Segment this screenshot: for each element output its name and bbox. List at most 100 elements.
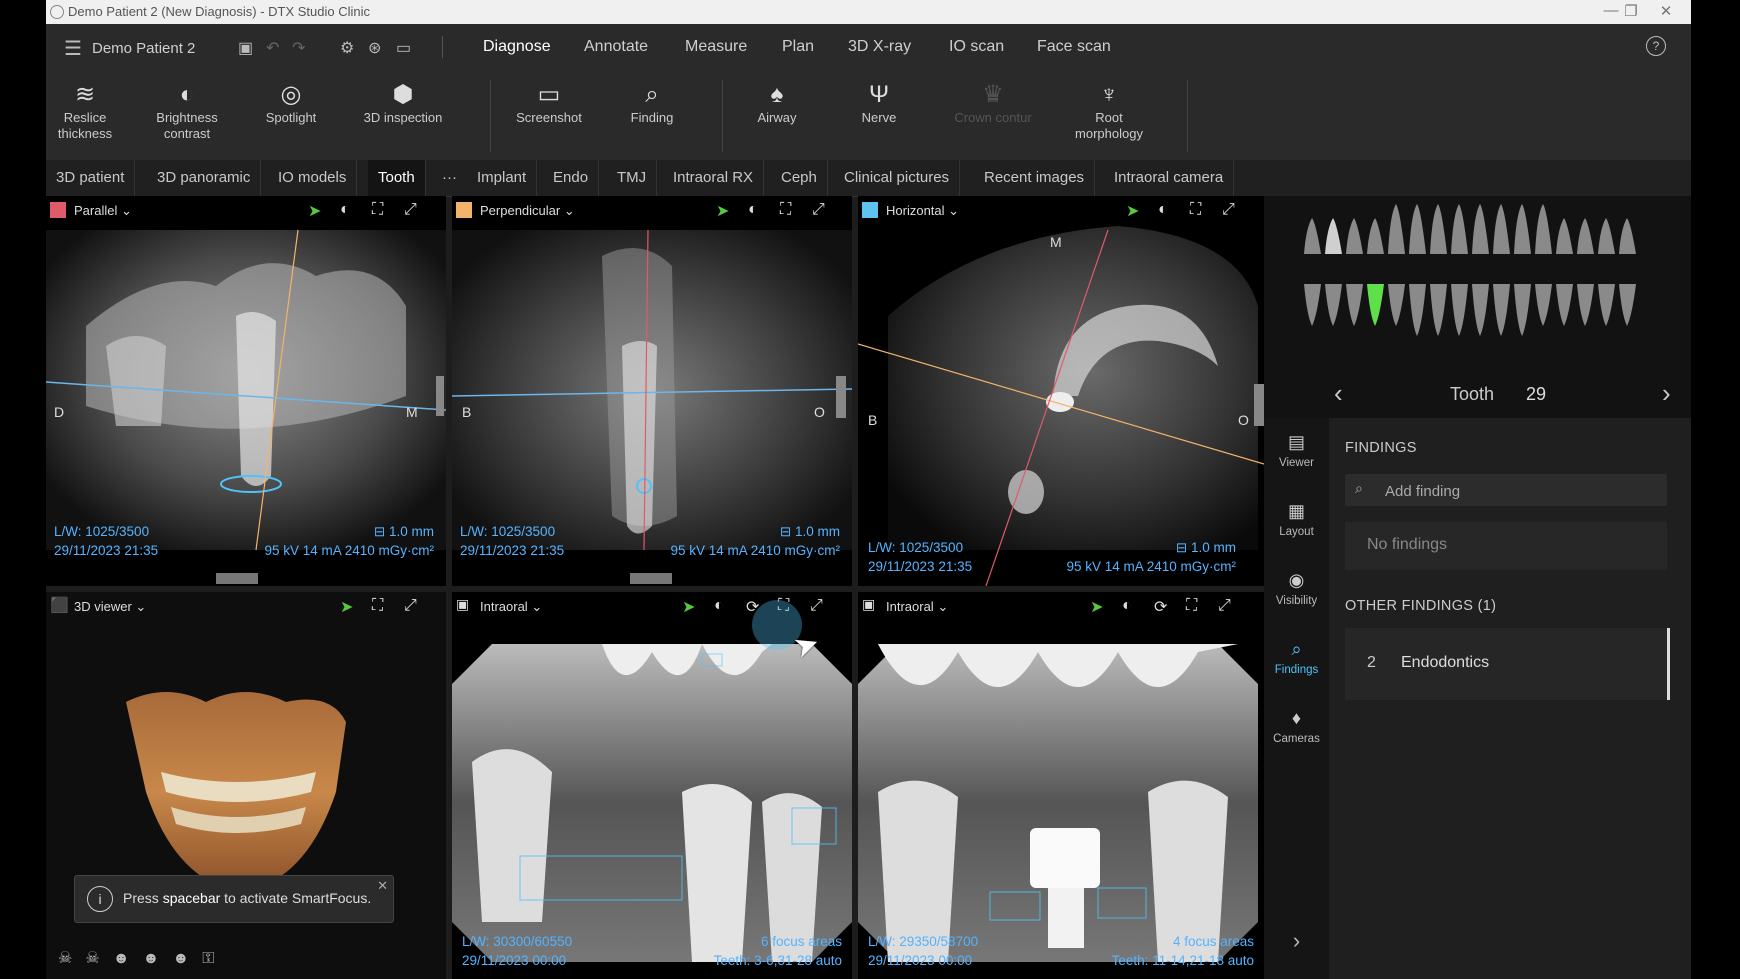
cursor-tool-icon[interactable]: ➤	[1090, 597, 1103, 617]
view-orientation-dropdown[interactable]: Perpendicular ⌄	[480, 203, 575, 219]
save-icon[interactable]: ▣	[238, 38, 253, 58]
fullscreen-icon[interactable]: ⤢	[1218, 597, 1231, 615]
tab-clinical-pictures[interactable]: Clinical pictures	[834, 160, 961, 196]
lower-tooth[interactable]	[1535, 284, 1552, 326]
tab-endo[interactable]: Endo	[543, 160, 600, 196]
tab-intraoral-rx[interactable]: Intraoral RX	[663, 160, 765, 196]
rotate-icon[interactable]: ⟳	[1154, 597, 1167, 617]
cursor-tool-icon[interactable]: ➤	[1126, 201, 1139, 221]
upper-tooth[interactable]	[1451, 204, 1468, 254]
cursor-tool-icon[interactable]: ➤	[716, 201, 729, 221]
upper-tooth[interactable]	[1493, 204, 1510, 254]
sidebar-item-viewer[interactable]: ▤ Viewer	[1264, 432, 1329, 469]
viewport-parallel[interactable]: Parallel ⌄ ➤ ◐ ⛶ ⤢ D M L/W: 1025/3500 29/…	[46, 196, 446, 586]
lower-tooth[interactable]	[1388, 284, 1405, 326]
upper-tooth[interactable]	[1388, 204, 1405, 254]
upper-tooth[interactable]	[1346, 218, 1363, 254]
teeth-preset-icon[interactable]: ☻	[143, 950, 160, 967]
settings-icon[interactable]: ⚙	[340, 38, 354, 58]
close-button[interactable]: ✕	[1651, 2, 1681, 20]
upper-tooth[interactable]	[1598, 218, 1615, 254]
lower-tooth[interactable]	[1619, 284, 1636, 326]
fit-view-icon[interactable]: ⛶	[780, 201, 791, 219]
lower-tooth[interactable]	[1304, 284, 1321, 326]
expand-panel-button[interactable]: ›	[1264, 928, 1329, 954]
nerve-button[interactable]: Ψ Nerve	[824, 80, 934, 126]
tab-implant[interactable]: Implant	[467, 160, 538, 196]
lower-tooth[interactable]	[1325, 284, 1342, 326]
tab-3d-patient[interactable]: 3D patient	[46, 160, 136, 196]
viewport-intraoral-1[interactable]: ▣ Intraoral ⌄ ➤ ◐ ⟳ ⛶ ⤢ L/W: 30300/60550…	[452, 592, 852, 979]
tab-tooth[interactable]: Tooth	[368, 160, 426, 196]
upper-tooth[interactable]	[1430, 204, 1447, 254]
lower-tooth[interactable]	[1493, 284, 1510, 336]
cursor-tool-icon[interactable]: ➤	[682, 597, 695, 617]
patient-name[interactable]: Demo Patient 2	[92, 40, 195, 57]
next-tooth-button[interactable]: ›	[1662, 378, 1671, 409]
tab-tmj[interactable]: TMJ	[607, 160, 658, 196]
fullscreen-icon[interactable]: ⤢	[404, 201, 417, 219]
contrast-icon[interactable]: ◐	[714, 597, 724, 615]
view-orientation-dropdown[interactable]: Horizontal ⌄	[886, 203, 959, 219]
fullscreen-icon[interactable]: ⤢	[404, 597, 417, 615]
other-finding-item[interactable]: 2 Endodontics	[1345, 628, 1670, 700]
root-morphology-button[interactable]: ♆ Root morphology	[1054, 80, 1164, 142]
upper-tooth[interactable]	[1325, 218, 1342, 254]
brightness-contrast-button[interactable]: ◐ Brightness contrast	[132, 80, 242, 142]
fit-view-icon[interactable]: ⛶	[372, 201, 383, 219]
screenshot-button[interactable]: ▭ Screenshot	[494, 80, 604, 126]
tab-intraoral-camera[interactable]: Intraoral camera	[1104, 160, 1235, 196]
mode-diagnose[interactable]: Diagnose	[483, 38, 551, 56]
network-icon[interactable]: ⊛	[368, 38, 381, 58]
tab-recent-images[interactable]: Recent images	[974, 160, 1096, 196]
mode-face-scan[interactable]: Face scan	[1037, 38, 1111, 56]
contrast-icon[interactable]: ◐	[340, 201, 350, 219]
finding-button[interactable]: ⌕ Finding	[597, 80, 707, 126]
upper-tooth[interactable]	[1535, 204, 1552, 254]
prev-tooth-button[interactable]: ‹	[1334, 378, 1343, 409]
sidebar-item-visibility[interactable]: ◉ Visibility	[1264, 570, 1329, 607]
view-mode-dropdown[interactable]: Intraoral ⌄	[480, 599, 542, 615]
fit-view-icon[interactable]: ⛶	[372, 597, 383, 615]
cursor-tool-icon[interactable]: ➤	[308, 201, 321, 221]
lower-tooth[interactable]	[1514, 284, 1531, 336]
cursor-tool-icon[interactable]: ➤	[340, 597, 353, 617]
tab-io-models[interactable]: IO models	[268, 160, 358, 196]
spotlight-button[interactable]: ◎ Spotlight	[236, 80, 346, 126]
selected-tooth[interactable]	[1367, 284, 1384, 326]
gallery-icon[interactable]: ▭	[396, 38, 411, 58]
fullscreen-icon[interactable]: ⤢	[810, 597, 823, 615]
mode-plan[interactable]: Plan	[782, 38, 814, 56]
fit-view-icon[interactable]: ⛶	[1186, 597, 1197, 615]
reslice-thickness-button[interactable]: ≋ Reslice thickness	[46, 80, 140, 142]
upper-tooth[interactable]	[1619, 218, 1636, 254]
upper-tooth[interactable]	[1472, 204, 1489, 254]
lower-tooth[interactable]	[1451, 284, 1468, 336]
view-orientation-dropdown[interactable]: Parallel ⌄	[74, 203, 132, 219]
airway-preset-icon[interactable]: ☻	[172, 950, 189, 967]
crown-contur-button[interactable]: ♛ Crown contur	[938, 80, 1048, 126]
bone-preset-icon[interactable]: ☠	[85, 950, 99, 967]
lower-tooth[interactable]	[1430, 284, 1447, 336]
upper-tooth[interactable]	[1514, 204, 1531, 254]
3d-inspection-button[interactable]: ⬢ 3D inspection	[348, 80, 458, 126]
toast-close-button[interactable]: ✕	[377, 878, 388, 894]
help-icon[interactable]: ?	[1646, 36, 1666, 56]
viewport-horizontal[interactable]: Horizontal ⌄ ➤ ◐ ⛶ ⤢ M B O L/W: 1025/350…	[858, 196, 1264, 586]
fullscreen-icon[interactable]: ⤢	[812, 201, 825, 219]
upper-tooth[interactable]	[1577, 218, 1594, 254]
add-finding-input[interactable]	[1383, 478, 1657, 504]
horizontal-scrollbar[interactable]	[630, 573, 672, 584]
view-mode-dropdown[interactable]: 3D viewer ⌄	[74, 599, 146, 615]
upper-tooth[interactable]	[1367, 218, 1384, 254]
horizontal-scrollbar[interactable]	[216, 573, 258, 584]
contrast-icon[interactable]: ◐	[748, 201, 758, 219]
viewport-perpendicular[interactable]: Perpendicular ⌄ ➤ ◐ ⛶ ⤢ B O L/W: 1025/35…	[452, 196, 852, 586]
lower-tooth[interactable]	[1409, 284, 1426, 336]
upper-tooth[interactable]	[1304, 218, 1321, 254]
lock-preset-icon[interactable]: ⚿	[202, 950, 214, 967]
redo-icon[interactable]: ↷	[292, 38, 305, 58]
fit-view-icon[interactable]: ⛶	[1190, 201, 1201, 219]
mode-io-scan[interactable]: IO scan	[949, 38, 1004, 56]
soft-tissue-preset-icon[interactable]: ☻	[113, 950, 130, 967]
